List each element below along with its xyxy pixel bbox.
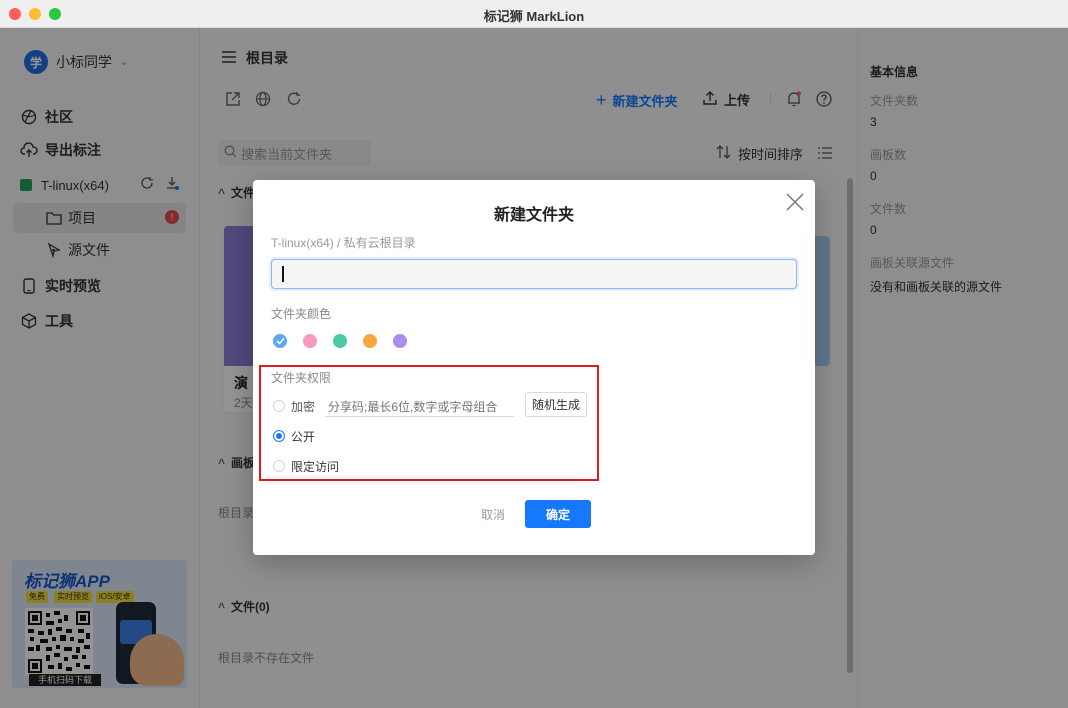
folder-path: T-linux(x64) / 私有云根目录 bbox=[271, 236, 416, 250]
color-swatch-orange[interactable] bbox=[363, 334, 377, 348]
cancel-button[interactable]: 取消 bbox=[473, 500, 513, 528]
radio-public[interactable] bbox=[273, 430, 285, 442]
color-swatch-purple[interactable] bbox=[393, 334, 407, 348]
text-caret bbox=[282, 266, 284, 282]
random-generate-button[interactable]: 随机生成 bbox=[525, 392, 587, 417]
folder-name-input[interactable] bbox=[271, 259, 797, 289]
color-swatch-blue[interactable] bbox=[273, 334, 287, 348]
check-icon bbox=[275, 337, 285, 345]
dialog-title: 新建文件夹 bbox=[493, 207, 574, 224]
radio-encrypt[interactable] bbox=[273, 400, 285, 412]
share-code-input[interactable] bbox=[325, 397, 514, 417]
color-swatch-green[interactable] bbox=[333, 334, 347, 348]
folder-permission-label: 文件夹权限 bbox=[271, 371, 332, 385]
confirm-button[interactable]: 确定 bbox=[525, 500, 591, 528]
radio-public-label[interactable]: 公开 bbox=[291, 428, 315, 445]
new-folder-dialog: 新建文件夹 T-linux(x64) / 私有云根目录 文件夹颜色 文件夹权限 … bbox=[253, 180, 815, 555]
folder-color-label: 文件夹颜色 bbox=[271, 307, 332, 321]
close-icon[interactable] bbox=[785, 192, 805, 212]
radio-restricted[interactable] bbox=[273, 460, 285, 472]
radio-encrypt-label[interactable]: 加密 bbox=[291, 398, 315, 415]
window-title: 标记狮 MarkLion bbox=[483, 9, 585, 24]
color-swatch-pink[interactable] bbox=[303, 334, 317, 348]
radio-restricted-label[interactable]: 限定访问 bbox=[291, 458, 339, 475]
window-titlebar: 标记狮 MarkLion bbox=[0, 0, 1068, 28]
